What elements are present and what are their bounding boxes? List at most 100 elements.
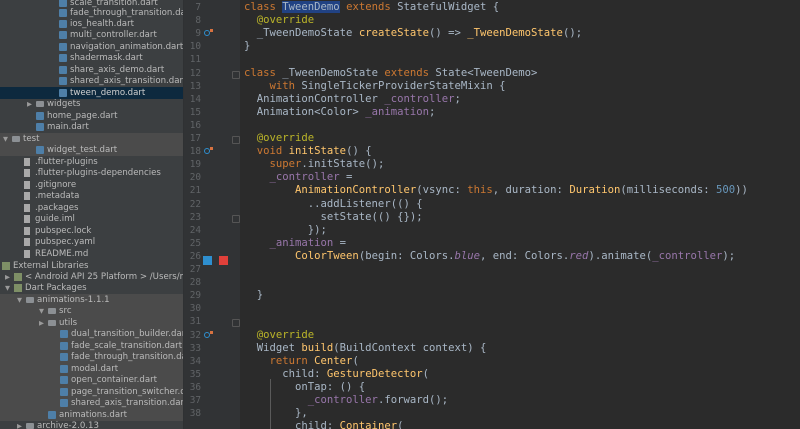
code-line[interactable]: with SingleTickerProviderStateMixin {: [244, 80, 506, 93]
dart-file-icon: [60, 399, 68, 407]
code-line[interactable]: _controller =: [244, 171, 353, 184]
code-token: _controller: [244, 394, 378, 406]
dart-file-icon: [59, 9, 67, 17]
tree-item[interactable]: guide.iml: [0, 213, 183, 225]
code-line[interactable]: child: Container(: [244, 420, 403, 429]
line-number: 25: [189, 237, 201, 249]
code-token: _TweenDemoState: [244, 27, 359, 40]
line-number: 30: [189, 303, 201, 315]
tree-item-label: fade_through_transition.dart: [71, 352, 183, 362]
code-line[interactable]: void initState() {: [244, 145, 372, 158]
red-color-swatch[interactable]: [219, 256, 228, 265]
code-token: },: [244, 407, 308, 420]
collapse-arrow-icon[interactable]: ▶: [17, 420, 25, 429]
project-tree-panel[interactable]: scale_transition.dart fade_through_transi…: [0, 0, 183, 429]
code-token: StatefulWidget {: [397, 1, 500, 13]
tree-item[interactable]: widget_test.dart: [0, 144, 183, 156]
code-line[interactable]: onTap: () {: [244, 381, 365, 394]
code-token: , duration:: [492, 184, 570, 197]
blue-color-swatch[interactable]: [203, 256, 212, 265]
tree-item[interactable]: main.dart: [0, 121, 183, 133]
code-line[interactable]: });: [244, 224, 327, 237]
code-line[interactable]: _animation =: [244, 236, 347, 250]
code-line[interactable]: }: [244, 289, 263, 302]
dart-file-icon: [60, 330, 68, 338]
code-line[interactable]: class TweenDemo extends StatefulWidget {: [244, 1, 499, 14]
code-token: extends: [384, 66, 436, 79]
dart-file-icon: [36, 146, 44, 154]
tree-item[interactable]: ▼ src: [0, 305, 183, 317]
code-line[interactable]: AnimationController(vsync: this, duratio…: [244, 184, 748, 197]
code-token: Widget: [244, 341, 302, 354]
line-number: 16: [189, 119, 201, 131]
code-line[interactable]: Widget build(BuildContext context) {: [244, 341, 487, 355]
tree-item[interactable]: ▶ archive-2.0.13: [0, 420, 183, 429]
fold-marker-icon[interactable]: [232, 319, 240, 328]
fold-marker-icon[interactable]: [232, 214, 240, 223]
tree-item[interactable]: .metadata: [0, 190, 183, 202]
code-line[interactable]: child: GestureDetector(: [244, 368, 429, 381]
dart-file-icon: [60, 376, 68, 384]
code-line[interactable]: super.initState();: [244, 158, 385, 171]
code-token: );: [722, 249, 736, 262]
tree-item[interactable]: pubspec.yaml: [0, 236, 183, 248]
code-editor[interactable]: class TweenDemo extends StatefulWidget {…: [240, 0, 800, 429]
tree-item[interactable]: README.md: [0, 248, 183, 260]
code-token: ).animate(: [588, 249, 653, 262]
code-token: ;: [454, 92, 461, 105]
tree-item-label: src: [59, 306, 72, 316]
code-line[interactable]: Animation<Color> _animation;: [244, 106, 436, 119]
code-line[interactable]: class _TweenDemoState extends State<Twee…: [244, 67, 537, 80]
code-line[interactable]: },: [244, 407, 308, 420]
line-number: 38: [189, 408, 201, 420]
code-token: _controller: [384, 92, 455, 105]
fold-marker-icon[interactable]: [232, 70, 240, 79]
code-token: =: [333, 236, 347, 249]
folder-icon: [12, 136, 20, 142]
tree-item-label: dual_transition_builder.dart: [71, 329, 183, 339]
tree-item[interactable]: shared_axis_transition.dart: [0, 397, 183, 409]
tree-item[interactable]: ▼ Dart Packages: [0, 282, 183, 294]
code-token: AnimationController: [244, 92, 385, 105]
tree-item[interactable]: shadermask.dart: [0, 52, 183, 64]
code-token: }: [244, 289, 264, 302]
code-line[interactable]: AnimationController _controller;: [244, 93, 461, 106]
code-token: 500: [716, 184, 736, 197]
code-line[interactable]: ..addListener(() {: [244, 198, 423, 211]
code-token: State<TweenDemo>: [435, 66, 538, 79]
code-line[interactable]: ColorTween(begin: Colors.blue, end: Colo…: [244, 250, 735, 263]
fold-marker-icon[interactable]: [232, 136, 240, 144]
tree-item-label: archive-2.0.13: [37, 421, 99, 429]
selected-token: TweenDemo: [282, 1, 340, 13]
code-token: }: [244, 40, 251, 53]
line-number: 26: [189, 250, 201, 262]
code-token: createState: [358, 27, 429, 40]
tree-item[interactable]: .flutter-plugins-dependencies: [0, 167, 183, 179]
tree-item[interactable]: dual_transition_builder.dart: [0, 328, 183, 340]
dart-file-icon: [60, 365, 68, 373]
tree-item[interactable]: shared_axis_transition.dart: [0, 75, 183, 87]
code-line[interactable]: setState(() {});: [244, 211, 423, 224]
code-line[interactable]: return Center(: [244, 355, 359, 368]
code-line[interactable]: @override: [244, 132, 314, 145]
collapse-arrow-icon[interactable]: ▶: [27, 98, 35, 110]
dart-file-icon: [36, 112, 44, 120]
code-line[interactable]: @override: [244, 14, 314, 27]
line-number: 19: [189, 159, 201, 171]
code-line[interactable]: _controller.forward();: [244, 394, 448, 407]
code-line[interactable]: }: [244, 40, 250, 53]
tree-item-label: guide.iml: [35, 214, 75, 224]
line-number: 8: [195, 15, 201, 27]
tree-item[interactable]: fade_through_transition.dart: [0, 351, 183, 363]
expand-arrow-icon[interactable]: ▼: [39, 305, 47, 317]
tree-item[interactable]: open_container.dart: [0, 374, 183, 386]
tree-item[interactable]: multi_controller.dart: [0, 29, 183, 41]
code-line[interactable]: @override: [244, 329, 314, 342]
folder-icon: [26, 297, 34, 303]
expand-arrow-icon[interactable]: ▼: [5, 282, 13, 294]
code-line[interactable]: _TweenDemoState createState() => _TweenD…: [244, 27, 582, 40]
code-token: class: [244, 66, 283, 79]
tree-item[interactable]: ▶ widgets: [0, 98, 183, 110]
indent-guide: [270, 378, 271, 429]
dart-file-icon: [60, 342, 68, 350]
